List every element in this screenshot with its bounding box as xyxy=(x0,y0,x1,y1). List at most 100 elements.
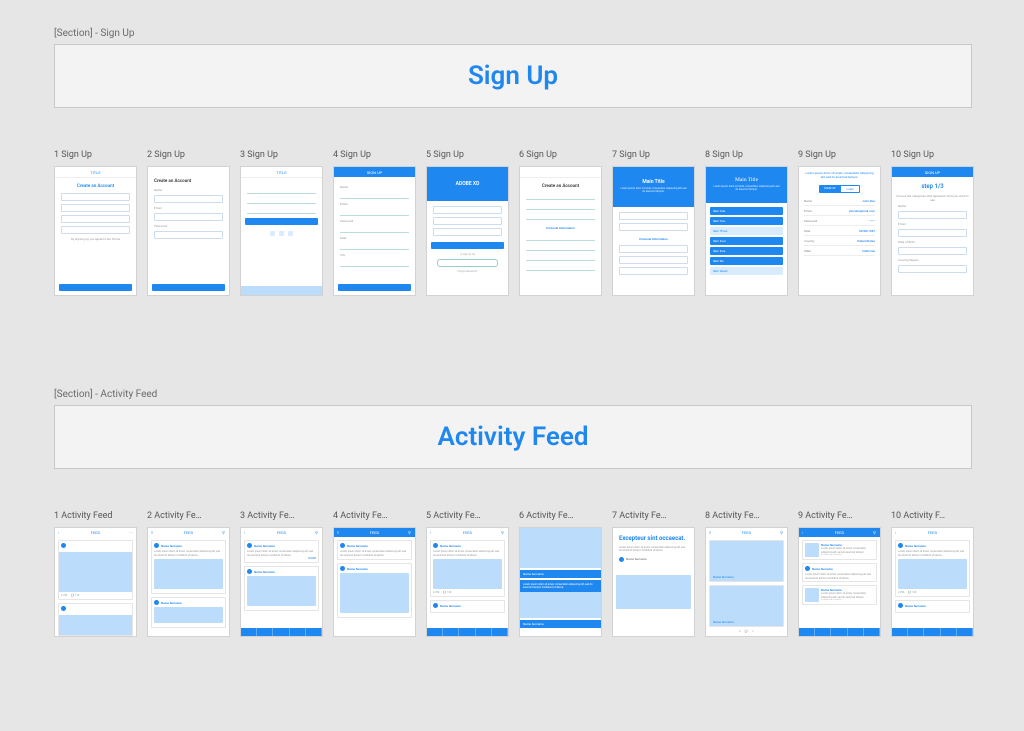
field xyxy=(154,231,223,239)
avatar-icon xyxy=(433,543,438,548)
field xyxy=(61,193,130,201)
field xyxy=(898,211,967,219)
post: Name Surname Lorem ipsum dolor sit amet,… xyxy=(151,540,226,594)
thumb-activity-7[interactable]: 7 Activity Fe… Excepteur sint occaecat. … xyxy=(612,511,695,637)
thumb-signup-5[interactable]: 5 Sign Up ADOBE XD or sign up via Forgot… xyxy=(426,150,509,296)
thumb-activity-3[interactable]: 3 Activity Fe… ‹FEED⚲ Name Surname Lorem… xyxy=(240,511,323,637)
artboard[interactable]: Main Title Lorem ipsum dolor sit amet, c… xyxy=(612,166,695,296)
thumb-label: 1 Sign Up xyxy=(54,150,137,160)
row: StateCalifornia xyxy=(804,247,875,256)
chip: Item Five xyxy=(710,247,783,255)
artboard[interactable]: TITLE Create an Account By signing up yo… xyxy=(54,166,137,296)
thumb-signup-10[interactable]: 10 Sign Up SIGN UP step 1/3 Choose the c… xyxy=(891,150,974,296)
post: Name Surname xyxy=(244,566,319,611)
top-bar xyxy=(520,167,601,178)
hero: Main Title Lorem ipsum dolor sit amet, c… xyxy=(706,167,787,203)
field xyxy=(526,234,595,241)
post-text: Lorem ipsum dolor sit amet, consectetur … xyxy=(247,550,316,557)
field xyxy=(526,254,595,261)
hero: Main Title Lorem ipsum dolor sit amet, c… xyxy=(613,167,694,207)
artboard[interactable]: ‹FEED Name Surname Lorem ipsum dolor sit… xyxy=(891,527,974,637)
artboard[interactable]: ‹FEED⋯ ♥ 256💬 120 xyxy=(54,527,137,637)
artboard[interactable]: Main Title Lorem ipsum dolor sit amet, c… xyxy=(705,166,788,296)
field xyxy=(340,260,409,267)
artboard[interactable]: Create an Account Personal Information xyxy=(519,166,602,296)
avatar-icon xyxy=(340,566,345,571)
artboard[interactable]: Create an Account Name Email Password xyxy=(147,166,230,296)
thumb-signup-4[interactable]: 4 Sign Up SIGN UP Name Email Password Da… xyxy=(333,150,416,296)
thumb-signup-3[interactable]: 3 Sign Up TITLE xyxy=(240,150,323,296)
avatar-icon xyxy=(61,543,66,548)
section-header-activity[interactable]: Activity Feed xyxy=(54,405,972,469)
thumb-label: 4 Activity Fe… xyxy=(333,511,416,521)
author-bar: Name Surname xyxy=(520,620,601,628)
artboard[interactable]: ‹FEED⚲ Name SurnameLorem ipsum dolor sit… xyxy=(798,527,881,637)
artboard[interactable]: ‹FEED⚲ Name Surname Lorem ipsum dolor si… xyxy=(240,527,323,637)
thumb-activity-8[interactable]: 8 Activity Fe… ≡FEED⚲ Name Surname Name … xyxy=(705,511,788,637)
list-item: Name SurnameLorem ipsum dolor sit amet, … xyxy=(802,540,877,560)
artboard[interactable]: SIGN UP Name Email Password Date City xyxy=(333,166,416,296)
top-bar: SIGN UP xyxy=(892,167,973,177)
row: NameJohn Doe xyxy=(804,197,875,206)
thumb-activity-9[interactable]: 9 Activity Fe… ‹FEED⚲ Name SurnameLorem … xyxy=(798,511,881,637)
thumb-activity-5[interactable]: 5 Activity Fe… ‹FEED⚲ Name Surname Lorem… xyxy=(426,511,509,637)
hero-title: Main Title xyxy=(735,177,758,183)
feed-header: ≡FEED⚲ xyxy=(148,528,229,537)
thumb-activity-6[interactable]: 6 Activity Fe… Name Surname Lorem ipsum … xyxy=(519,511,602,637)
post: Name Surname Lorem ipsum dolor sit amet,… xyxy=(895,540,970,597)
section-header-signup[interactable]: Sign Up xyxy=(54,44,972,108)
thumb-label: 2 Sign Up xyxy=(147,150,230,160)
thumb-label: 3 Sign Up xyxy=(240,150,323,160)
artboard[interactable]: Name Surname Lorem ipsum dolor sit amet,… xyxy=(519,527,602,637)
thumb-activity-4[interactable]: 4 Activity Fe… ≡FEED⚲ Name Surname Lorem… xyxy=(333,511,416,637)
thumb-signup-1[interactable]: 1 Sign Up TITLE Create an Account By sig… xyxy=(54,150,137,296)
post-text: Lorem ipsum dolor sit amet, consectetur … xyxy=(520,580,601,592)
chip: Item Two xyxy=(710,217,783,225)
artboard[interactable]: ≡FEED⚲ Name Surname Lorem ipsum dolor si… xyxy=(147,527,230,637)
feed-header: ≡FEED⚲ xyxy=(334,528,415,537)
thumb-activity-10[interactable]: 10 Activity F… ‹FEED Name Surname Lorem … xyxy=(891,511,974,637)
thumb-signup-8[interactable]: 8 Sign Up Main Title Lorem ipsum dolor s… xyxy=(705,150,788,296)
avatar-icon xyxy=(805,566,810,571)
author-bar: Name Surname xyxy=(710,618,783,626)
feed-header: ‹FEED xyxy=(892,528,973,537)
artboard[interactable]: ≡FEED⚲ Name Surname Name Surname ♥💬↗ xyxy=(705,527,788,637)
chip: Item Four xyxy=(710,237,783,245)
artboard[interactable]: ‹FEED⚲ Name Surname Lorem ipsum dolor si… xyxy=(426,527,509,637)
hero: ADOBE XD xyxy=(427,167,508,201)
label: Name xyxy=(154,188,223,192)
thumb-label: 6 Activity Fe… xyxy=(519,511,602,521)
field xyxy=(619,256,688,264)
field xyxy=(526,264,595,271)
artboard[interactable]: ADOBE XD or sign up via Forgot password? xyxy=(426,166,509,296)
category-list: Item One Item Two Item Three Item Four I… xyxy=(710,207,783,275)
thumb-signup-7[interactable]: 7 Sign Up Main Title Lorem ipsum dolor s… xyxy=(612,150,695,296)
thumb-signup-2[interactable]: 2 Sign Up Create an Account Name Email P… xyxy=(147,150,230,296)
primary-button xyxy=(245,218,318,225)
post-image xyxy=(520,528,601,568)
chip: Item Three xyxy=(710,227,783,235)
artboard[interactable]: SIGN UP step 1/3 Choose the categories t… xyxy=(891,166,974,296)
field xyxy=(154,195,223,203)
step-sub: Choose the categories that represent wha… xyxy=(896,194,969,202)
thumb-signup-6[interactable]: 6 Sign Up Create an Account Personal Inf… xyxy=(519,150,602,296)
design-canvas[interactable]: [Section] - Sign Up Sign Up 1 Sign Up TI… xyxy=(0,0,1024,731)
primary-button xyxy=(59,284,132,291)
top-bar: SIGN UP xyxy=(334,167,415,177)
thumb-label: 9 Activity Fe… xyxy=(798,511,881,521)
post: ♥ 256💬 120 xyxy=(58,540,133,600)
label: City xyxy=(340,253,409,257)
thumb-signup-9[interactable]: 9 Sign Up Lorem ipsum dolor sit amet, co… xyxy=(798,150,881,296)
post-text: Lorem ipsum dolor sit amet, consectetur … xyxy=(154,550,223,557)
artboard[interactable]: Excepteur sint occaecat. Lorem ipsum dol… xyxy=(612,527,695,637)
artboard[interactable]: ≡FEED⚲ Name Surname Lorem ipsum dolor si… xyxy=(333,527,416,637)
label: Email xyxy=(154,206,223,210)
artboard[interactable]: TITLE xyxy=(240,166,323,296)
section-title-signup: Sign Up xyxy=(468,61,558,91)
thumb-activity-2[interactable]: 2 Activity Fe… ≡FEED⚲ Name Surname Lorem… xyxy=(147,511,230,637)
thumb-activity-1[interactable]: 1 Activity Feed ‹FEED⋯ ♥ 256💬 120 xyxy=(54,511,137,637)
artboard[interactable]: Lorem ipsum dolor sit amet, consectetur … xyxy=(798,166,881,296)
post-image xyxy=(616,575,691,609)
field xyxy=(247,197,316,204)
bottom-nav xyxy=(241,628,322,636)
